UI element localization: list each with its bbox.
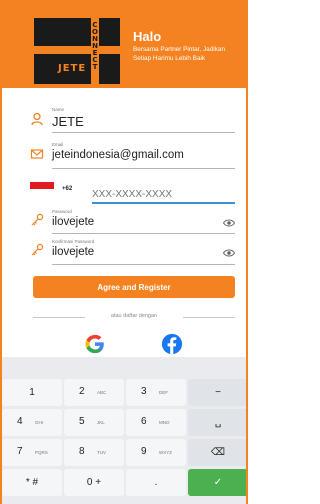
name-value: JETE: [52, 114, 84, 129]
key-1[interactable]: 1: [2, 379, 62, 406]
greeting-subtitle: Bersama Partner Pintar, Jadikan Setiap H…: [133, 46, 225, 62]
email-label: Email: [52, 142, 64, 147]
key-5[interactable]: 5 JKL: [64, 409, 124, 436]
header-banner: CONNECT JETE Halo Bersama Partner Pintar…: [0, 0, 248, 88]
eye-icon[interactable]: [223, 248, 235, 258]
key-7[interactable]: 7 PQRS: [2, 439, 62, 466]
key-backspace[interactable]: ⌫: [188, 439, 248, 466]
dial-code: +62: [62, 186, 73, 192]
phone-input[interactable]: [92, 189, 234, 200]
key-3[interactable]: 3 DEF: [126, 379, 186, 406]
greeting-title: Halo: [133, 29, 162, 44]
confirm-password-field[interactable]: Konfirmasi Password ilovejete: [30, 234, 235, 266]
email-value: jeteindonesia@gmail.com: [52, 149, 184, 161]
key-6[interactable]: 6 MNO: [126, 409, 186, 436]
key-8[interactable]: 8 TUV: [64, 439, 124, 466]
indonesia-flag-icon[interactable]: [30, 182, 54, 196]
name-label: Name: [52, 107, 65, 112]
divider-text: atau daftar dengan: [110, 313, 158, 319]
key-space[interactable]: ␣: [188, 409, 248, 436]
key-star-hash[interactable]: * #: [2, 469, 62, 496]
confirm-password-value: ilovejete: [52, 246, 95, 258]
key-icon: [31, 213, 44, 226]
key-minus[interactable]: −: [188, 379, 248, 406]
key-4[interactable]: 4 GHI: [2, 409, 62, 436]
divider: atau daftar dengan: [33, 313, 235, 321]
key-0[interactable]: 0 +: [64, 469, 124, 496]
logo-vertical-text: CONNECT: [92, 21, 98, 71]
password-label: Password: [52, 209, 72, 214]
key-period[interactable]: .: [126, 469, 186, 496]
numeric-keyboard: 1 2 ABC 3 DEF − 4 GHI 5 JKL 6 MNO ␣ 7 PQRS 8 TU…: [0, 357, 248, 504]
jete-connect-logo: CONNECT JETE: [34, 18, 120, 84]
confirm-password-label: Konfirmasi Password: [52, 239, 95, 244]
eye-icon[interactable]: [223, 218, 235, 228]
mail-icon: [30, 149, 44, 159]
key-icon: [31, 243, 44, 256]
password-value: ilovejete: [52, 216, 95, 228]
key-9[interactable]: 9 WXYZ: [126, 439, 186, 466]
name-field[interactable]: Name JETE: [30, 100, 235, 134]
key-done[interactable]: ✓: [188, 469, 248, 496]
password-field[interactable]: Password ilovejete: [30, 203, 235, 235]
person-icon: [31, 112, 43, 126]
email-field[interactable]: Email jeteindonesia@gmail.com: [30, 137, 235, 171]
google-icon[interactable]: [84, 333, 106, 355]
register-button[interactable]: Agree and Register: [33, 276, 235, 298]
facebook-icon[interactable]: [161, 333, 183, 355]
logo-word: JETE: [58, 63, 87, 74]
key-2[interactable]: 2 ABC: [64, 379, 124, 406]
